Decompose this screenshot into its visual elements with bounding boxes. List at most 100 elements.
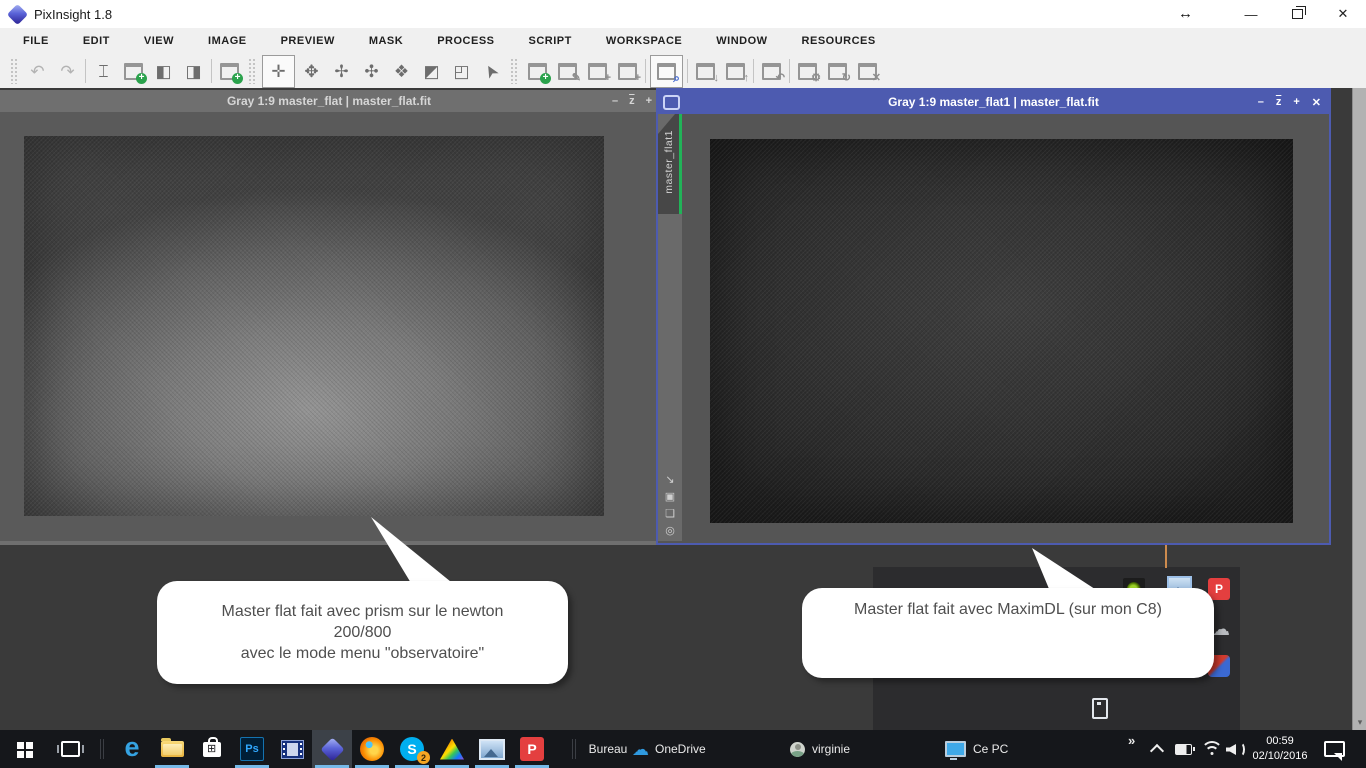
- window-close-button[interactable]: ✕: [1312, 96, 1321, 109]
- redo-icon[interactable]: ↷: [54, 58, 81, 85]
- zoom-in-mode-icon[interactable]: ✥: [298, 58, 325, 85]
- notification-center-icon[interactable]: [1324, 741, 1345, 757]
- this-pc-item[interactable]: Ce PC: [945, 730, 1008, 768]
- restore-button[interactable]: [1274, 0, 1320, 28]
- window-titlebar-active[interactable]: Gray 1:9 master_flat1 | master_flat.fit …: [658, 90, 1329, 114]
- master-flat-image-canvas[interactable]: [24, 136, 604, 516]
- taskbar-store[interactable]: [192, 730, 232, 768]
- toolbar-separator: [752, 59, 755, 83]
- toolbar-separator: [788, 59, 791, 83]
- center-image-icon[interactable]: ❖: [388, 58, 415, 85]
- menu-process[interactable]: PROCESS: [420, 28, 511, 54]
- photo-app-icon[interactable]: P: [1208, 578, 1230, 600]
- menu-preview[interactable]: PREVIEW: [264, 28, 352, 54]
- menu-mask[interactable]: MASK: [352, 28, 420, 54]
- bureau-toolbar-label[interactable]: Bureau: [583, 730, 633, 768]
- process-add-icon[interactable]: +: [614, 58, 641, 85]
- readout-mode-icon[interactable]: ✛: [262, 55, 295, 88]
- taskbar-prism[interactable]: [432, 730, 472, 768]
- close-button[interactable]: ✕: [1320, 0, 1366, 28]
- window-maximize-button[interactable]: +: [646, 95, 652, 107]
- toolbar-separator: [210, 59, 213, 83]
- menu-window[interactable]: WINDOW: [699, 28, 784, 54]
- workspace-scrollbar[interactable]: ▾: [1352, 88, 1366, 730]
- pan-mode-icon[interactable]: ✣: [358, 58, 385, 85]
- view-selector-tab[interactable]: master_flat1: [658, 114, 682, 214]
- task-view-button[interactable]: [48, 730, 92, 768]
- user-folder-item[interactable]: virginie: [790, 730, 850, 768]
- battery-icon[interactable]: [1175, 744, 1192, 755]
- taskbar-file-explorer[interactable]: [152, 730, 192, 768]
- window-shade-button[interactable]: z: [629, 95, 635, 107]
- fit-window-icon[interactable]: ▣: [665, 492, 675, 503]
- toolbar-overflow-button[interactable]: »: [1128, 733, 1135, 748]
- taskbar: e Ps: [0, 730, 1366, 768]
- process-close-icon[interactable]: ✕: [854, 58, 881, 85]
- menu-view[interactable]: VIEW: [127, 28, 191, 54]
- taskbar-photo-app[interactable]: P: [512, 730, 552, 768]
- menu-resources[interactable]: RESOURCES: [785, 28, 893, 54]
- toolbar-separator: [686, 59, 689, 83]
- toolbar-drag-handle: [10, 58, 19, 84]
- start-button[interactable]: [0, 730, 48, 768]
- clock-time: 00:59: [1246, 734, 1314, 749]
- menu-workspace[interactable]: WORKSPACE: [589, 28, 699, 54]
- process-history-icon[interactable]: ↶: [758, 58, 785, 85]
- new-image-icon[interactable]: +: [120, 58, 147, 85]
- usb-drive-icon[interactable]: [1092, 698, 1108, 719]
- app-title: PixInsight 1.8: [34, 7, 112, 22]
- onedrive-item[interactable]: ☁ OneDrive: [628, 730, 710, 768]
- save-process-icon[interactable]: ↑: [722, 58, 749, 85]
- taskbar-photoshop[interactable]: Ps: [232, 730, 272, 768]
- new-preview-mode-icon[interactable]: ◩: [418, 58, 445, 85]
- taskbar-edge[interactable]: e: [112, 730, 152, 768]
- readout-target-icon[interactable]: ◎: [665, 526, 675, 537]
- window-titlebar[interactable]: Gray 1:9 master_flat | master_flat.fit –…: [0, 90, 658, 112]
- window-maximize-button[interactable]: +: [1293, 96, 1299, 108]
- taskbar-firefox[interactable]: [352, 730, 392, 768]
- edit-preview-mode-icon[interactable]: ◰: [448, 58, 475, 85]
- process-new-instance-icon[interactable]: +: [524, 58, 551, 85]
- scrollbar-arrow-icon[interactable]: ▾: [1353, 717, 1366, 728]
- select-mode-icon[interactable]: ➤: [478, 58, 505, 85]
- taskbar-photos[interactable]: [472, 730, 512, 768]
- menu-image[interactable]: IMAGE: [191, 28, 264, 54]
- callout-line: Master flat fait avec prism sur le newto…: [157, 601, 568, 622]
- undo-icon[interactable]: ↶: [24, 58, 51, 85]
- process-edit-instance-icon[interactable]: ✎: [554, 58, 581, 85]
- duplicate-image-left-icon[interactable]: ◧: [150, 58, 177, 85]
- taskbar-video-editor[interactable]: [272, 730, 312, 768]
- menu-file[interactable]: FILE: [6, 28, 66, 54]
- duplicate-view-icon[interactable]: ❏: [665, 509, 675, 520]
- process-explorer-icon[interactable]: ⌕: [650, 55, 683, 88]
- zoom-out-mode-icon[interactable]: ✢: [328, 58, 355, 85]
- pan-view-icon[interactable]: ↘: [665, 475, 674, 486]
- image-window-master-flat1[interactable]: Gray 1:9 master_flat1 | master_flat.fit …: [656, 88, 1331, 545]
- image-window-master-flat[interactable]: Gray 1:9 master_flat | master_flat.fit –…: [0, 90, 658, 632]
- minimize-button[interactable]: —: [1228, 0, 1274, 28]
- menu-edit[interactable]: EDIT: [66, 28, 127, 54]
- window-body: master_flat1 ↘ ▣ ❏ ◎: [658, 114, 1329, 541]
- edit-identifier-icon[interactable]: ⌶: [90, 58, 117, 85]
- annotation-callout-left: Master flat fait avec prism sur le newto…: [157, 581, 568, 684]
- workspace: P Gray 1:9 master_flat | master_flat.fit…: [0, 88, 1366, 730]
- process-reset-icon[interactable]: ↻: [824, 58, 851, 85]
- window-minimize-button[interactable]: –: [612, 95, 618, 107]
- restore-icon: [1292, 9, 1303, 19]
- onedrive-label: OneDrive: [655, 742, 706, 756]
- load-process-icon[interactable]: ↓: [692, 58, 719, 85]
- duplicate-image-right-icon[interactable]: ◨: [180, 58, 207, 85]
- process-clone-icon[interactable]: +: [584, 58, 611, 85]
- taskbar-pixinsight[interactable]: [312, 730, 352, 768]
- menu-script[interactable]: SCRIPT: [512, 28, 589, 54]
- window-minimize-button[interactable]: –: [1258, 96, 1264, 108]
- new-preview-icon[interactable]: +: [216, 58, 243, 85]
- taskbar-clock[interactable]: 00:59 02/10/2016: [1246, 734, 1314, 764]
- volume-icon[interactable]: [1226, 742, 1245, 757]
- taskbar-skype[interactable]: S 2: [392, 730, 432, 768]
- process-settings-icon[interactable]: ⚙: [794, 58, 821, 85]
- tray-expand-button[interactable]: [1150, 744, 1164, 758]
- window-shade-button[interactable]: z: [1276, 96, 1282, 108]
- master-flat1-image-canvas[interactable]: [710, 139, 1293, 523]
- wifi-icon[interactable]: [1202, 741, 1222, 755]
